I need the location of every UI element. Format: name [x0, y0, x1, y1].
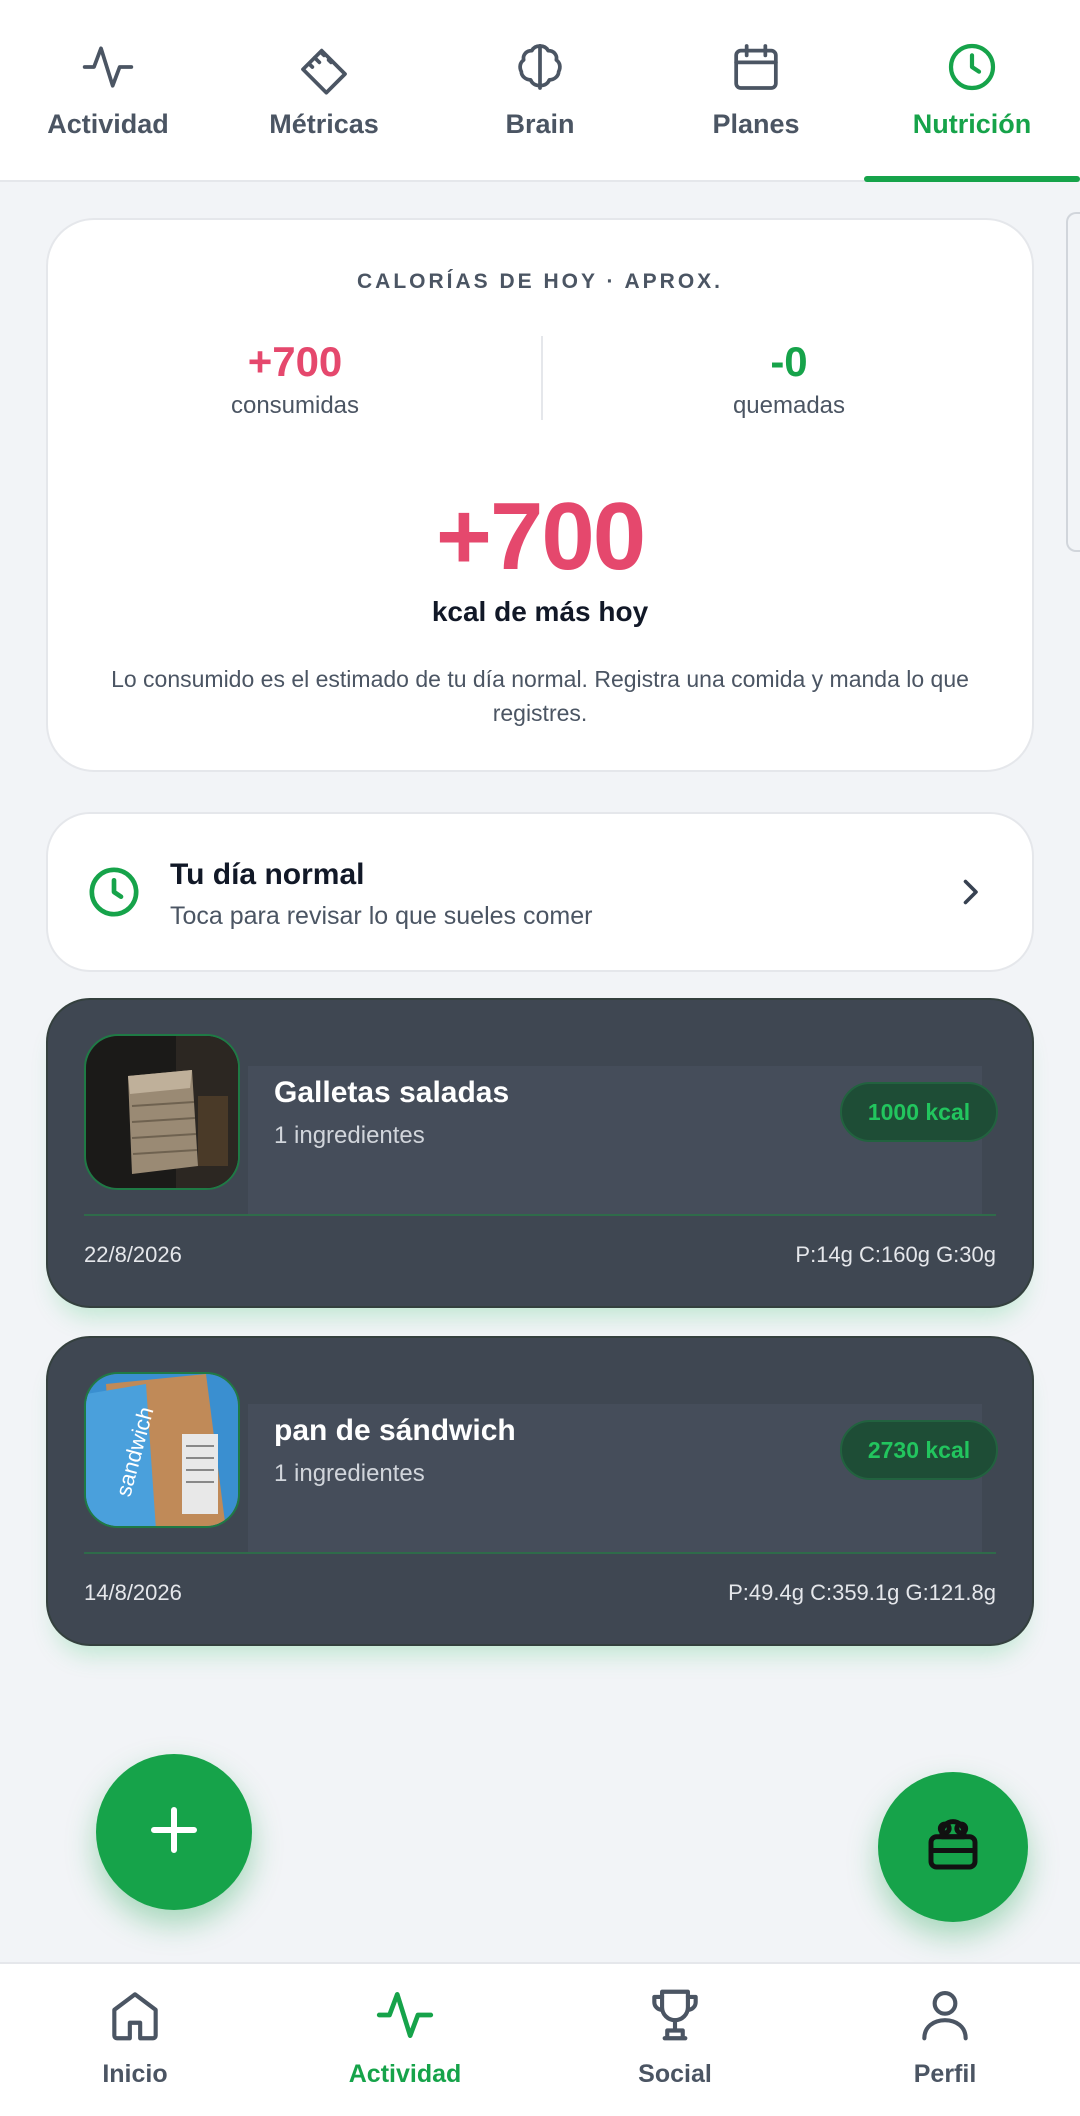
meal-ingredients: 1 ingredientes — [274, 1460, 425, 1487]
plus-icon — [144, 1800, 204, 1865]
chevron-right-icon — [952, 874, 988, 910]
brain-icon — [512, 39, 568, 95]
meal-name: pan de sándwich — [274, 1414, 516, 1447]
bottom-nav: Inicio Actividad Social Perfil — [0, 1962, 1080, 2116]
consumed-value: +700 — [247, 338, 343, 385]
nav-label: Actividad — [348, 2060, 462, 2088]
tab-label: Planes — [712, 109, 800, 139]
net-calories-value: +700 — [435, 483, 646, 590]
activity-icon — [80, 39, 136, 95]
tab-brain[interactable]: Brain — [432, 0, 648, 180]
add-meal-button[interactable] — [96, 1754, 252, 1910]
nav-inicio[interactable]: Inicio — [0, 1964, 270, 2116]
meal-name: Galletas saladas — [274, 1076, 510, 1109]
ruler-icon — [296, 39, 352, 95]
normal-day-subtitle: Toca para revisar lo que sueles comer — [170, 902, 593, 930]
tab-label: Nutrición — [912, 109, 1032, 139]
user-icon — [914, 1984, 976, 2046]
meal-macros: P:14g C:160g G:30g — [795, 1242, 996, 1267]
net-calories-label: kcal de más hoy — [431, 596, 649, 627]
nav-social[interactable]: Social — [540, 1964, 810, 2116]
meal-date: 22/8/2026 — [84, 1242, 182, 1267]
calendar-icon — [728, 39, 784, 95]
meal-kcal-badge: 1000 kcal — [840, 1082, 998, 1142]
tab-metricas[interactable]: Métricas — [216, 0, 432, 180]
home-icon — [104, 1984, 166, 2046]
burned-stat: -0 quemadas — [542, 338, 1036, 420]
meal-kcal-badge: 2730 kcal — [840, 1420, 998, 1480]
nav-label: Inicio — [102, 2060, 168, 2088]
tab-actividad[interactable]: Actividad — [0, 0, 216, 180]
meal-ingredients: 1 ingredientes — [274, 1122, 425, 1149]
consumed-label: consumidas — [230, 392, 360, 419]
nav-perfil[interactable]: Perfil — [810, 1964, 1080, 2116]
nav-label: Social — [638, 2060, 712, 2088]
calories-title: CALORÍAS DE HOY · APROX. — [356, 270, 724, 293]
tab-planes[interactable]: Planes — [648, 0, 864, 180]
tab-label: Métricas — [269, 109, 379, 139]
top-tab-bar: Actividad Métricas Brain Planes Nutrició… — [0, 0, 1080, 182]
meal-macros: P:49.4g C:359.1g G:121.8g — [728, 1580, 996, 1605]
meal-divider — [84, 1552, 996, 1554]
meal-date: 14/8/2026 — [84, 1580, 182, 1605]
calories-note: Lo consumido es el estimado de tu día no… — [111, 666, 969, 726]
burned-value: -0 — [770, 338, 808, 385]
robot-icon — [920, 1812, 986, 1883]
normal-day-title: Tu día normal — [170, 858, 365, 891]
meal-card[interactable]: Galletas saladas 1 ingredientes 1000 kca… — [46, 998, 1034, 1308]
assistant-button[interactable] — [878, 1772, 1028, 1922]
consumed-stat: +700 consumidas — [48, 338, 542, 420]
nav-actividad[interactable]: Actividad — [270, 1964, 540, 2116]
normal-day-card[interactable]: Tu día normal Toca para revisar lo que s… — [46, 812, 1034, 972]
clock-icon — [86, 864, 142, 920]
tab-label: Brain — [505, 109, 575, 139]
meal-photo — [84, 1034, 240, 1190]
nav-label: Perfil — [913, 2060, 977, 2088]
tab-label: Actividad — [47, 109, 169, 139]
scroll-indicator — [1066, 212, 1080, 552]
trophy-icon — [644, 1984, 706, 2046]
burned-label: quemadas — [732, 392, 846, 419]
clock-icon — [944, 39, 1000, 95]
meal-divider — [84, 1214, 996, 1216]
activity-icon — [374, 1984, 436, 2046]
calories-card: CALORÍAS DE HOY · APROX. +700 consumidas… — [46, 218, 1034, 772]
meal-photo: sandwich — [84, 1372, 240, 1528]
tab-nutricion[interactable]: Nutrición — [864, 0, 1080, 182]
meal-card[interactable]: sandwich pan de sándwich 1 ingredientes … — [46, 1336, 1034, 1646]
